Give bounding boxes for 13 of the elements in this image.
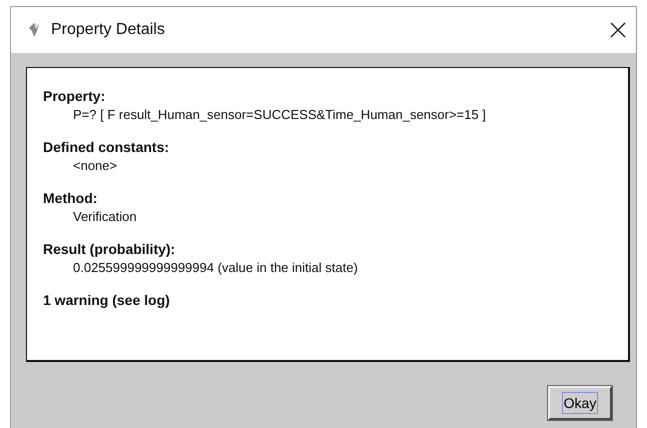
- section-label: Method:: [43, 190, 98, 207]
- section-label: Property:: [43, 88, 106, 105]
- section-value: P=? [ F result_Human_sensor=SUCCESS&Time_Human_sensor>=15 ]: [72, 106, 486, 124]
- window-title: Property Details: [51, 21, 166, 39]
- okay-button[interactable]: Okay: [548, 386, 612, 420]
- section-value: <none>: [72, 157, 118, 175]
- app-icon: [27, 22, 41, 38]
- section-value: Verification: [72, 208, 137, 226]
- section-label: Result (probability):: [43, 241, 176, 258]
- section-value: 0.025599999999999994 (value in the initial state): [72, 259, 358, 277]
- close-icon[interactable]: [610, 22, 626, 38]
- warning-text: 1 warning (see log): [43, 292, 170, 309]
- section-label: Defined constants:: [43, 139, 170, 156]
